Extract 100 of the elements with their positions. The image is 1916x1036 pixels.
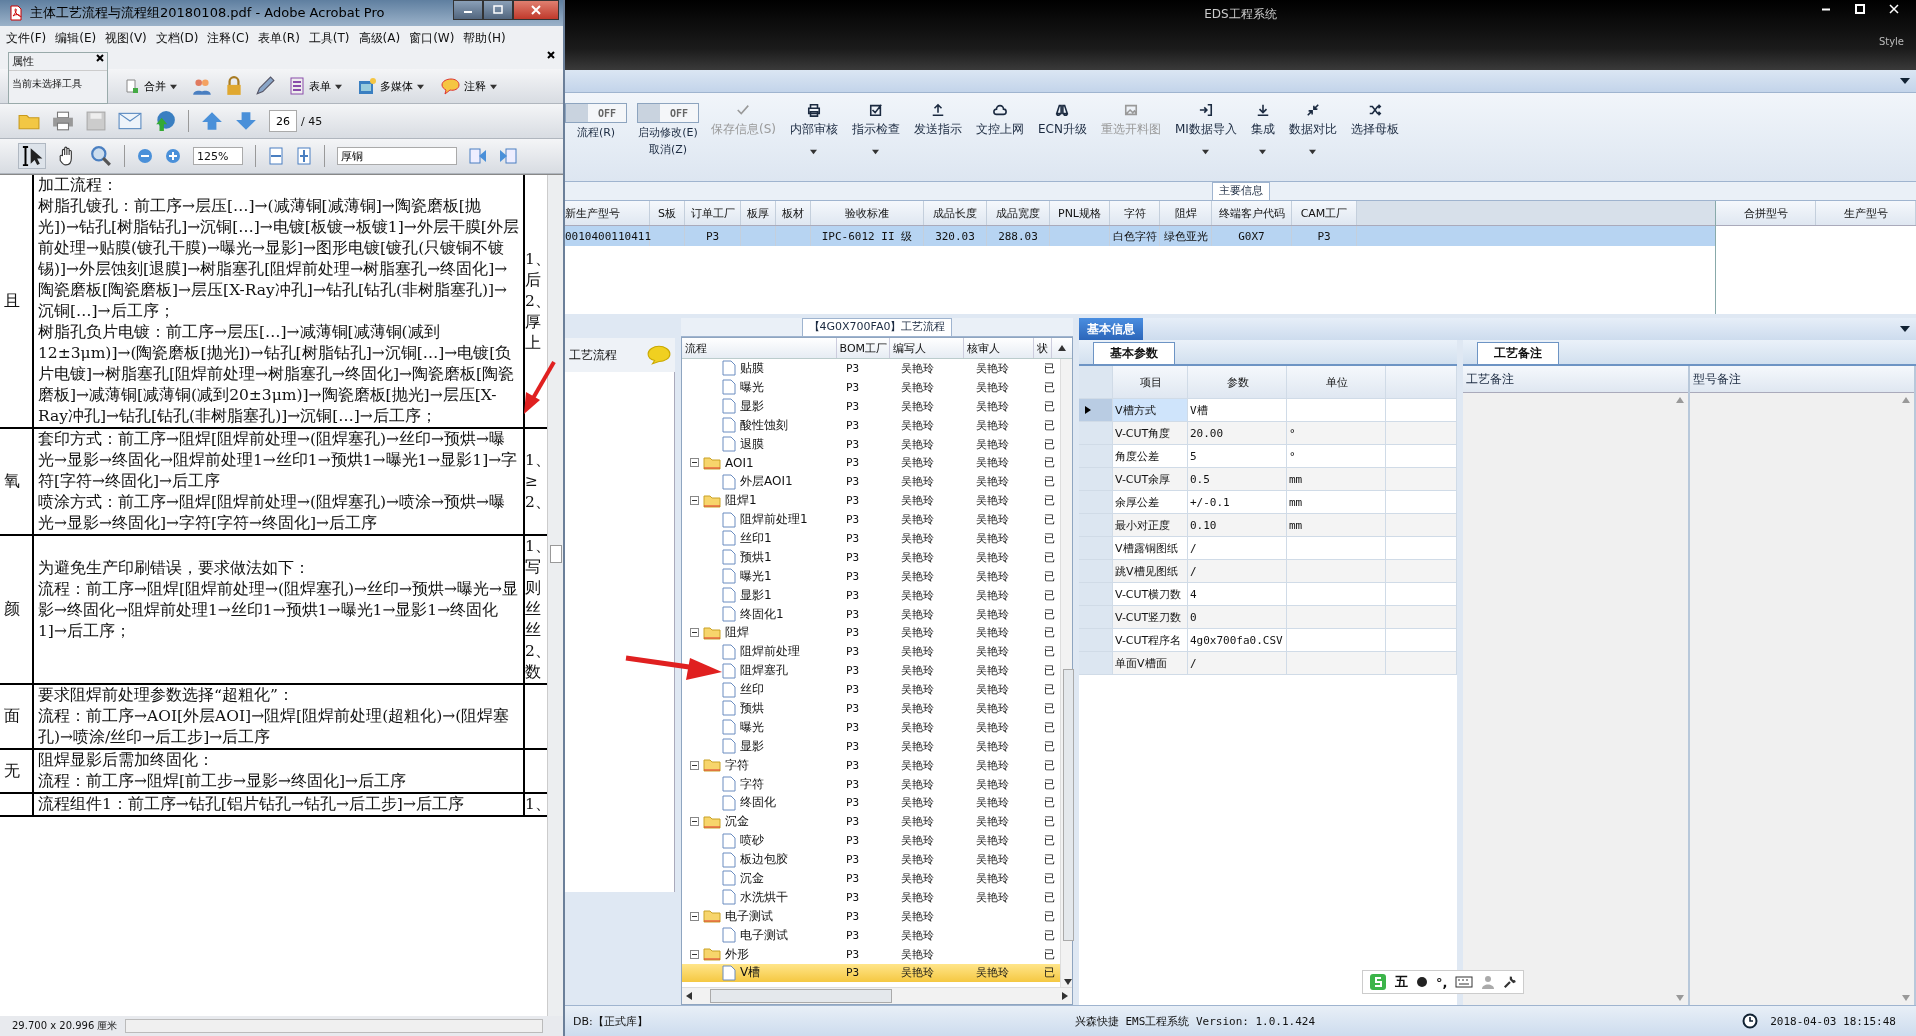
collapse-icon[interactable]: [690, 496, 699, 506]
scrollbar[interactable]: [125, 1019, 543, 1033]
tree-row[interactable]: 曝光 P3 吴艳玲 吴艳玲 已: [682, 717, 1060, 737]
close-icon[interactable]: [96, 54, 104, 62]
text-select-icon[interactable]: [18, 143, 46, 169]
folder-icon[interactable]: [18, 112, 40, 130]
scrollbar[interactable]: [1060, 359, 1072, 987]
forms-button[interactable]: 表单: [287, 75, 344, 97]
tab[interactable]: 工艺备注: [1477, 342, 1559, 364]
previous-icon[interactable]: [469, 148, 487, 164]
next-icon[interactable]: [499, 148, 517, 164]
tree-row[interactable]: 贴膜 P3 吴艳玲 吴艳玲 已: [682, 359, 1060, 378]
collapse-icon[interactable]: [690, 458, 699, 468]
search-field[interactable]: 厚铜: [337, 147, 457, 165]
tree-row[interactable]: 阻焊1 P3 吴艳玲 吴艳玲 已: [682, 491, 1060, 511]
menu-item[interactable]: 文档(D): [155, 30, 199, 47]
toolbar-button[interactable]: 集成: [1248, 103, 1277, 138]
zoom-out-icon[interactable]: [137, 148, 153, 164]
tree-row[interactable]: 板边包胶 P3 吴艳玲 吴艳玲 已: [682, 850, 1060, 870]
tree-row[interactable]: 外形 P3 吴艳玲 已: [682, 944, 1060, 964]
collapse-icon[interactable]: [690, 628, 699, 638]
tree-row[interactable]: 丝印1 P3 吴艳玲 吴艳玲 已: [682, 529, 1060, 548]
person-icon[interactable]: [1481, 975, 1496, 989]
combine-button[interactable]: 合并: [122, 76, 179, 96]
table-row[interactable]: 0010400110411 P3 IPC-6012 II 级 320.03 288.03 白色字符 绿色亚光 G0X7 P3: [565, 226, 1715, 246]
tree-row[interactable]: 外层AOI1 P3 吴艳玲 吴艳玲 已: [682, 472, 1060, 492]
scroll-right-icon[interactable]: [1062, 992, 1068, 1000]
menu-item[interactable]: 帮助(H): [463, 30, 506, 47]
page-number-field[interactable]: 26: [269, 110, 297, 132]
envelope-icon[interactable]: [118, 112, 142, 130]
lock-icon[interactable]: [225, 76, 243, 96]
minimize-button[interactable]: [453, 0, 483, 20]
zoom-dropdown[interactable]: 125%: [193, 147, 243, 165]
tree-row[interactable]: 终固化1 P3 吴艳玲 吴艳玲 已: [682, 604, 1060, 624]
tree-row[interactable]: AOI1 P3 吴艳玲 吴艳玲 已: [682, 453, 1060, 473]
comment-button[interactable]: 注释: [438, 75, 499, 97]
menu-item[interactable]: 工具(T): [308, 30, 350, 47]
caret-icon[interactable]: [810, 148, 818, 155]
tree-row[interactable]: 阻焊塞孔 P3 吴艳玲 吴艳玲 已: [682, 661, 1060, 681]
tree-row[interactable]: 显影1 P3 吴艳玲 吴艳玲 已: [682, 585, 1060, 605]
multimedia-button[interactable]: 多媒体: [356, 75, 426, 97]
scrollbar[interactable]: [682, 987, 1072, 1004]
tree-row[interactable]: 电子测试 P3 吴艳玲 已: [682, 925, 1060, 945]
menu-item[interactable]: 高级(A): [358, 30, 401, 47]
collapse-icon[interactable]: [690, 817, 699, 827]
tree-row[interactable]: 沉金 P3 吴艳玲 吴艳玲 已: [682, 869, 1060, 888]
dot-icon[interactable]: [1416, 976, 1428, 988]
tree-row[interactable]: 显影 P3 吴艳玲 吴艳玲 已: [682, 396, 1060, 416]
scrollbar[interactable]: [547, 175, 563, 1016]
menu-item[interactable]: 表单(R): [258, 30, 300, 47]
scroll-up-icon[interactable]: [1055, 345, 1069, 351]
caret-icon[interactable]: [1900, 325, 1910, 333]
pen-icon[interactable]: [255, 76, 275, 96]
menu-item[interactable]: 窗口(W): [409, 30, 455, 47]
tree-row[interactable]: 丝印 P3 吴艳玲 吴艳玲 已: [682, 680, 1060, 700]
toolbar-button[interactable]: MI数据导入: [1172, 103, 1239, 138]
menu-item[interactable]: 文件(F): [6, 30, 47, 47]
row-header[interactable]: [1079, 399, 1113, 421]
tree-row[interactable]: 曝光1 P3 吴艳玲 吴艳玲 已: [682, 566, 1060, 586]
down-arrow-icon[interactable]: [235, 111, 257, 131]
caret-icon[interactable]: [1202, 148, 1210, 155]
menu-item[interactable]: 视图(V): [105, 30, 147, 47]
caret-icon[interactable]: [872, 148, 880, 155]
toggle-switch[interactable]: OFF: [565, 103, 627, 123]
zoom-icon[interactable]: [90, 145, 112, 167]
tree-row[interactable]: 阻焊前处理1 P3 吴艳玲 吴艳玲 已: [682, 510, 1060, 529]
tree-row[interactable]: 退膜 P3 吴艳玲 吴艳玲 已: [682, 434, 1060, 454]
keyboard-icon[interactable]: [1455, 976, 1474, 988]
wrench-icon[interactable]: [1503, 975, 1518, 989]
tree-row[interactable]: 阻焊 P3 吴艳玲 吴艳玲 已: [682, 623, 1060, 643]
toolbar-button[interactable]: 发送指示: [912, 103, 964, 138]
tree-row[interactable]: 显影 P3 吴艳玲 吴艳玲 已: [682, 736, 1060, 756]
fit-width-icon[interactable]: [268, 147, 284, 165]
tree-row[interactable]: 水洗烘干 P3 吴艳玲 吴艳玲 已: [682, 887, 1060, 907]
input-mode[interactable]: 五: [1395, 973, 1408, 991]
globe-icon[interactable]: [154, 110, 176, 132]
tree-row[interactable]: 预烘1 P3 吴艳玲 吴艳玲 已: [682, 547, 1060, 567]
close-icon[interactable]: [547, 51, 555, 59]
toolbar-button[interactable]: 数据对比: [1286, 103, 1339, 138]
collapse-icon[interactable]: [690, 911, 699, 921]
tab[interactable]: 基本参数: [1093, 342, 1175, 364]
toggle-switch[interactable]: OFF: [637, 103, 699, 123]
menu-item[interactable]: 注释(C): [207, 30, 250, 47]
caret-icon[interactable]: [1259, 148, 1267, 155]
caret-icon[interactable]: [1900, 77, 1910, 85]
toolbar-button[interactable]: 文控上网: [974, 103, 1026, 138]
tree-row[interactable]: 终固化 P3 吴艳玲 吴艳玲 已: [682, 793, 1060, 813]
caret-icon[interactable]: [1309, 148, 1317, 155]
toolbar-button[interactable]: 选择母板: [1348, 103, 1401, 138]
tab[interactable]: 基本信息: [1079, 317, 1143, 341]
tree-row[interactable]: 阻焊前处理 P3 吴艳玲 吴艳玲 已: [682, 642, 1060, 662]
tree-row[interactable]: 字符 P3 吴艳玲 吴艳玲 已: [682, 755, 1060, 775]
menu-item[interactable]: 编辑(E): [55, 30, 97, 47]
close-button[interactable]: [513, 0, 559, 20]
punctuation-mode[interactable]: °,: [1436, 974, 1448, 990]
printer-icon[interactable]: [52, 111, 74, 131]
logo-icon[interactable]: [1369, 973, 1387, 991]
toolbar-button[interactable]: ECN升级: [1036, 103, 1089, 138]
tree-row[interactable]: 字符 P3 吴艳玲 吴艳玲 已: [682, 774, 1060, 794]
tree-row[interactable]: 曝光 P3 吴艳玲 吴艳玲 已: [682, 377, 1060, 397]
